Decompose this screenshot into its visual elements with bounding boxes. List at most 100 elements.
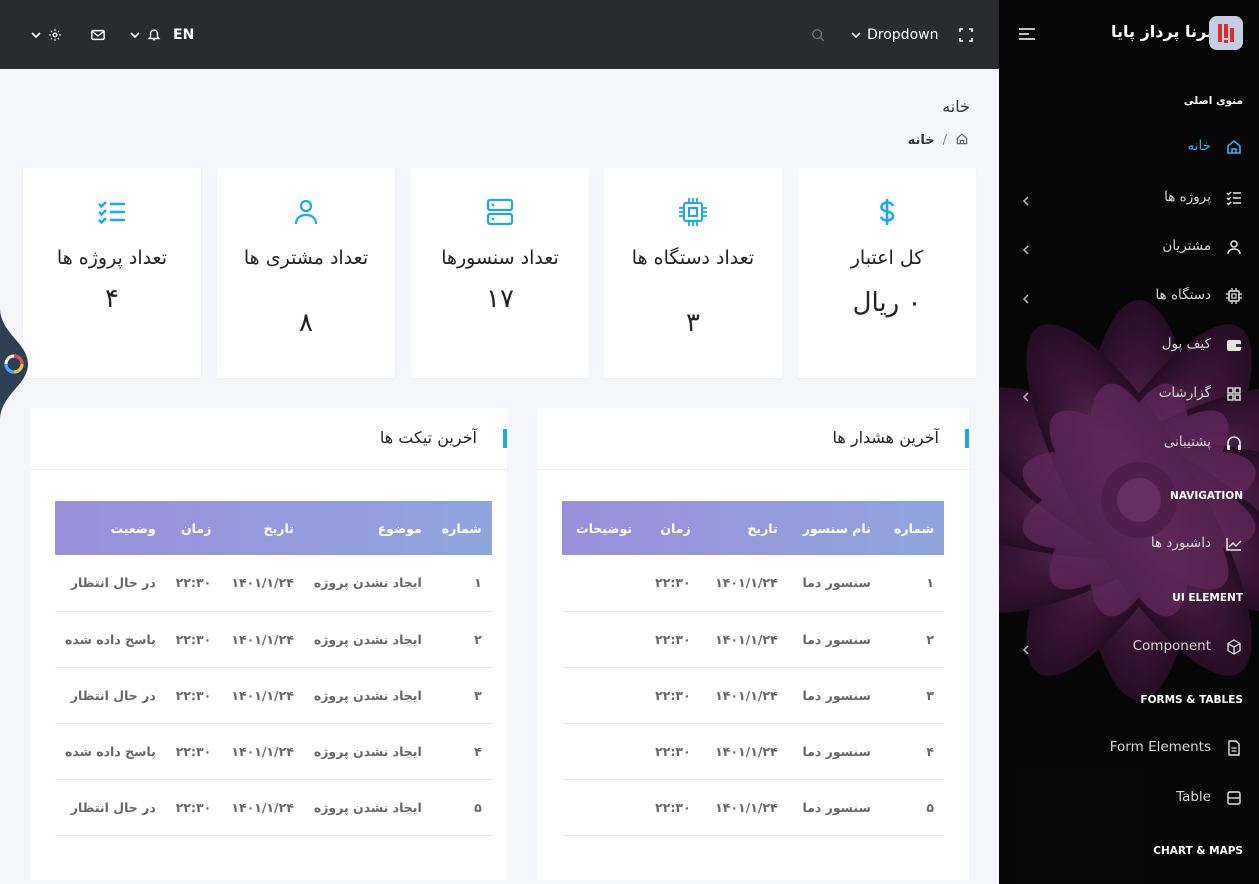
cell-sensor: سنسور دما xyxy=(787,667,881,724)
panel-accent-bar xyxy=(503,429,507,448)
headphones-icon xyxy=(1225,434,1243,452)
chip-icon xyxy=(1225,287,1243,305)
breadcrumb-separator: / xyxy=(942,132,947,148)
latest-alerts-panel: آخرین هشدار ها شماره نام سنسور تاریخ زما… xyxy=(537,408,969,880)
bell-icon xyxy=(145,26,163,44)
language-switch[interactable]: EN xyxy=(173,0,194,69)
cell-description xyxy=(562,667,643,724)
document-icon xyxy=(1225,739,1243,757)
cell-time: ۲۲:۳۰ xyxy=(165,723,222,780)
customizer-toggle[interactable] xyxy=(0,308,30,420)
cell-subject: ایجاد نشدن پروژه xyxy=(303,555,432,612)
stat-label: تعداد سنسورها xyxy=(441,247,559,269)
cell-number: ۴ xyxy=(880,723,944,780)
table-row[interactable]: ۱ ایجاد نشدن پروژه ۱۴۰۱/۱/۲۴ ۲۲:۳۰ در حا… xyxy=(55,555,492,612)
table-row: ۳ سنسور دما ۱۴۰۱/۱/۲۴ ۲۲:۳۰ xyxy=(562,667,944,724)
column-header: توضیحات xyxy=(576,520,633,536)
latest-tickets-panel: آخرین تیکت ها شماره موضوع تاریخ زمان وضع… xyxy=(30,408,507,880)
status-badge: در حال انتظار xyxy=(55,555,166,612)
cell-number: ۱ xyxy=(880,555,944,612)
chevron-left-icon xyxy=(1021,641,1031,655)
checklist-icon xyxy=(96,196,128,228)
cell-time: ۲۲:۳۰ xyxy=(642,723,701,780)
sidebar-item-form-elements[interactable]: Form Elements xyxy=(999,731,1259,765)
hamburger-icon[interactable] xyxy=(1017,26,1037,42)
sidebar-item-label: پشتیبانی xyxy=(1163,434,1211,450)
sidebar-item-label: مشتریان xyxy=(1162,238,1211,254)
fullscreen-button[interactable] xyxy=(957,0,975,69)
cell-sensor: سنسور دما xyxy=(787,555,881,612)
settings-menu[interactable] xyxy=(30,0,64,69)
panel-title: آخرین تیکت ها xyxy=(379,428,477,447)
sidebar-item-label: کیف پول xyxy=(1161,336,1211,352)
section-chart-maps: CHART & MAPS xyxy=(1153,845,1243,857)
cube-icon xyxy=(1225,638,1243,656)
sidebar-item-projects[interactable]: پروژه ها xyxy=(999,181,1259,215)
stat-value: ۱۷ xyxy=(486,284,514,314)
table-row[interactable]: ۴ ایجاد نشدن پروژه ۱۴۰۱/۱/۲۴ ۲۲:۳۰ پاسخ … xyxy=(55,723,492,780)
table-row[interactable]: ۵ ایجاد نشدن پروژه ۱۴۰۱/۱/۲۴ ۲۲:۳۰ در حا… xyxy=(55,779,492,836)
stat-value: ۸ xyxy=(299,308,313,338)
table-row[interactable]: ۲ ایجاد نشدن پروژه ۱۴۰۱/۱/۲۴ ۲۲:۳۰ پاسخ … xyxy=(55,611,492,668)
stat-card-total-credit: کل اعتبار ۰ ریال xyxy=(798,168,976,378)
cell-date: ۱۴۰۱/۱/۲۴ xyxy=(700,779,788,836)
chevron-left-icon xyxy=(1021,388,1031,402)
search-icon xyxy=(809,26,827,44)
cell-date: ۱۴۰۱/۱/۲۴ xyxy=(221,779,304,836)
sidebar-item-table[interactable]: Table xyxy=(999,781,1259,815)
fullscreen-icon xyxy=(957,26,975,44)
mail-button[interactable] xyxy=(89,0,107,69)
cell-time: ۲۲:۳۰ xyxy=(165,555,222,612)
search-button[interactable] xyxy=(809,0,827,69)
cell-time: ۲۲:۳۰ xyxy=(642,667,701,724)
user-icon xyxy=(1225,238,1243,256)
sidebar-item-devices[interactable]: دستگاه ها xyxy=(999,279,1259,313)
table-row[interactable]: ۳ ایجاد نشدن پروژه ۱۴۰۱/۱/۲۴ ۲۲:۳۰ در حا… xyxy=(55,667,492,724)
column-header: موضوع xyxy=(377,520,422,536)
cell-date: ۱۴۰۱/۱/۲۴ xyxy=(221,667,304,724)
home-icon xyxy=(1225,138,1243,156)
chevron-down-icon xyxy=(850,29,862,41)
cell-date: ۱۴۰۱/۱/۲۴ xyxy=(221,555,304,612)
sidebar-item-wallet[interactable]: کیف پول xyxy=(999,328,1259,362)
cell-date: ۱۴۰۱/۱/۲۴ xyxy=(700,555,788,612)
stat-label: تعداد دستگاه ها xyxy=(631,247,755,269)
cell-description xyxy=(562,555,643,612)
sidebar-item-dashboards[interactable]: داشبورد ها xyxy=(999,527,1259,561)
status-badge: پاسخ داده شده xyxy=(55,723,166,780)
cell-sensor: سنسور دما xyxy=(787,779,881,836)
mail-icon xyxy=(89,26,107,44)
status-badge: در حال انتظار xyxy=(55,667,166,724)
sidebar-item-customers[interactable]: مشتریان xyxy=(999,230,1259,264)
stat-label: تعداد مشتری ها xyxy=(243,247,369,269)
dropdown-menu[interactable]: Dropdown xyxy=(850,0,938,69)
home-icon[interactable] xyxy=(955,131,969,150)
column-header: زمان xyxy=(181,520,212,536)
breadcrumb-current[interactable]: خانه xyxy=(908,133,935,148)
dollar-icon xyxy=(871,196,903,228)
section-main-menu: منوی اصلی xyxy=(1183,95,1243,107)
notifications-menu[interactable] xyxy=(129,0,163,69)
column-header: شماره xyxy=(894,520,934,536)
sidebar: برنا پرداز پایا منوی اصلی خانه پروژه ها … xyxy=(999,0,1259,884)
sidebar-item-support[interactable]: پشتیبانی xyxy=(999,426,1259,460)
sidebar-item-home[interactable]: خانه xyxy=(999,130,1259,164)
sidebar-item-component[interactable]: Component xyxy=(999,630,1259,664)
cell-time: ۲۲:۳۰ xyxy=(165,779,222,836)
page-title: خانه xyxy=(942,97,970,116)
cell-number: ۵ xyxy=(431,779,492,836)
cell-date: ۱۴۰۱/۱/۲۴ xyxy=(221,611,304,668)
tickets-table: شماره موضوع تاریخ زمان وضعیت ۱ ایجاد نشد… xyxy=(55,501,492,836)
brand-logo[interactable] xyxy=(1209,16,1243,50)
column-header: نام سنسور xyxy=(802,520,871,536)
cell-description xyxy=(562,611,643,668)
stat-card-customers: تعداد مشتری ها ۸ xyxy=(217,168,395,378)
cell-number: ۲ xyxy=(431,611,492,668)
panel-title: آخرین هشدار ها xyxy=(832,428,939,447)
stat-card-devices: تعداد دستگاه ها ۳ xyxy=(604,168,782,378)
cell-subject: ایجاد نشدن پروژه xyxy=(303,667,432,724)
table-header-row: شماره موضوع تاریخ زمان وضعیت xyxy=(55,501,492,555)
column-header: وضعیت xyxy=(110,520,156,536)
wallet-icon xyxy=(1225,336,1243,354)
sidebar-item-reports[interactable]: گزارشات xyxy=(999,377,1259,411)
